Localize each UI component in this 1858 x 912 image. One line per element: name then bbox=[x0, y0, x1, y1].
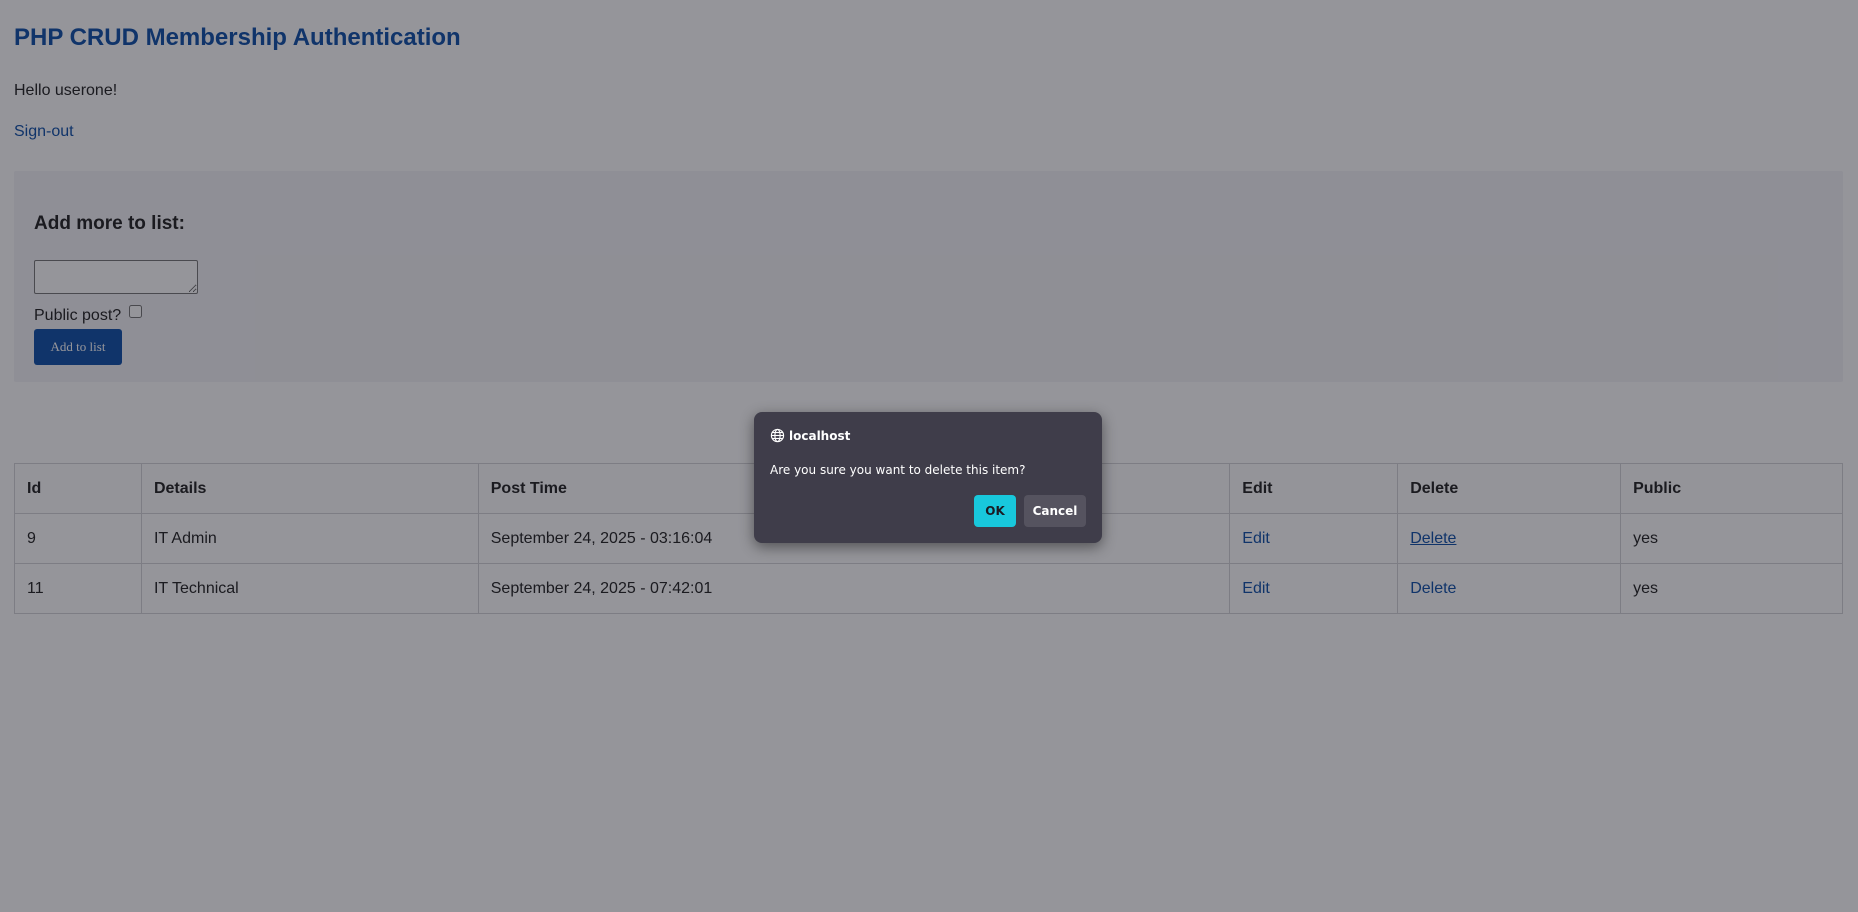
globe-icon bbox=[770, 428, 785, 443]
cancel-button[interactable]: Cancel bbox=[1024, 495, 1086, 527]
ok-button[interactable]: OK bbox=[974, 495, 1016, 527]
dialog-message: Are you sure you want to delete this ite… bbox=[770, 463, 1026, 477]
dialog-header: localhost bbox=[770, 428, 850, 443]
confirm-dialog: localhost Are you sure you want to delet… bbox=[754, 412, 1102, 543]
dialog-origin: localhost bbox=[789, 428, 851, 443]
page: PHP CRUD Membership Authentication Hello… bbox=[0, 0, 1858, 912]
